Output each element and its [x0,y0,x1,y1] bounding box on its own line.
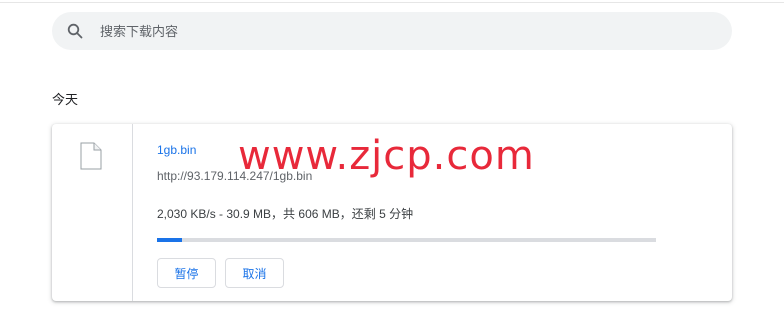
file-name-link[interactable]: 1gb.bin [157,143,196,157]
search-icon[interactable] [66,22,84,40]
date-group-header: 今天 [52,92,79,107]
top-divider [0,2,784,3]
progress-bar-fill [157,238,183,242]
file-url[interactable]: http://93.179.114.247/1gb.bin [157,169,312,183]
progress-bar [157,238,656,242]
download-item-card: 1gb.bin http://93.179.114.247/1gb.bin 2,… [52,124,732,301]
file-icon [80,142,102,170]
cancel-button[interactable]: 取消 [225,258,284,288]
file-icon-column [52,124,133,301]
download-progress-text: 2,030 KB/s - 30.9 MB，共 606 MB，还剩 5 分钟 [157,207,414,221]
search-bar[interactable] [52,12,732,50]
search-input[interactable] [98,22,662,40]
pause-button[interactable]: 暂停 [157,258,216,288]
